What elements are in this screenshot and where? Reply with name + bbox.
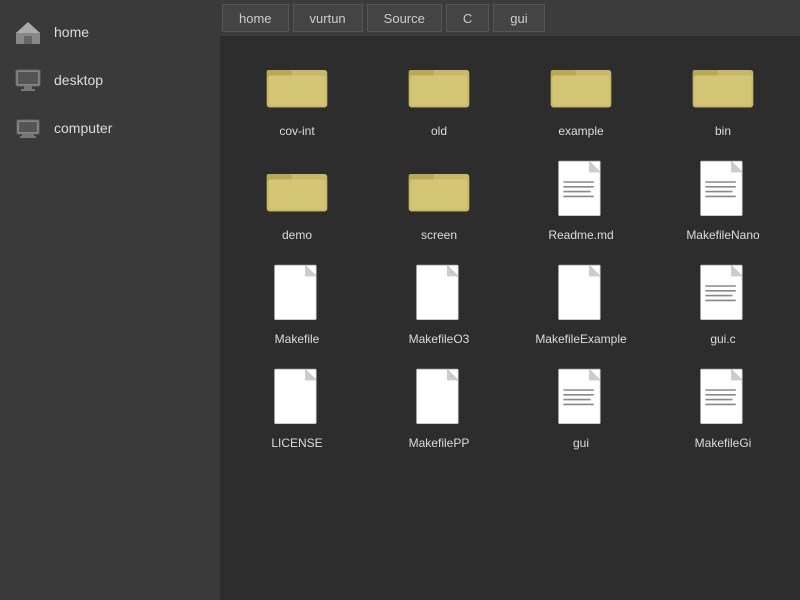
file-item-demo[interactable]: demo bbox=[228, 150, 366, 250]
file-grid: cov-int old example bin bbox=[228, 46, 792, 458]
breadcrumb-item-home[interactable]: home bbox=[222, 4, 289, 32]
file-label-makefilenano: MakefileNano bbox=[686, 228, 759, 242]
file-item-MakefileGi[interactable]: MakefileGi bbox=[654, 358, 792, 458]
file-item-makefileO3[interactable]: MakefileO3 bbox=[370, 254, 508, 354]
file-icon-readme-md bbox=[549, 158, 613, 222]
file-icon-makefilenano bbox=[691, 158, 755, 222]
file-icon-MakefilePP bbox=[407, 366, 471, 430]
file-label-cov-int: cov-int bbox=[279, 124, 314, 138]
sidebar-item-label-home: home bbox=[54, 24, 89, 40]
sidebar-item-home[interactable]: home bbox=[0, 8, 220, 56]
sidebar-item-label-desktop: desktop bbox=[54, 72, 103, 88]
file-item-unknown1[interactable]: gui bbox=[512, 358, 650, 458]
file-item-bin[interactable]: bin bbox=[654, 46, 792, 146]
file-label-example: example bbox=[558, 124, 603, 138]
file-item-license[interactable]: LICENSE bbox=[228, 358, 366, 458]
file-item-MakefilePP[interactable]: MakefilePP bbox=[370, 358, 508, 458]
breadcrumb-item-c[interactable]: C bbox=[446, 4, 489, 32]
sidebar-item-label-computer: computer bbox=[54, 120, 112, 136]
file-label-MakefilePP: MakefilePP bbox=[409, 436, 470, 450]
file-icon-license bbox=[265, 366, 329, 430]
file-icon-makefileO3 bbox=[407, 262, 471, 326]
file-label-unknown1: gui bbox=[573, 436, 589, 450]
file-area[interactable]: cov-int old example bin bbox=[220, 36, 800, 600]
file-item-cov-int[interactable]: cov-int bbox=[228, 46, 366, 146]
file-label-MakefileGi: MakefileGi bbox=[695, 436, 752, 450]
computer-icon bbox=[14, 114, 42, 142]
file-icon-cov-int bbox=[265, 54, 329, 118]
file-label-old: old bbox=[431, 124, 447, 138]
breadcrumb: homevurtunSourceCgui bbox=[220, 0, 800, 36]
file-label-license: LICENSE bbox=[271, 436, 322, 450]
file-item-readme-md[interactable]: Readme.md bbox=[512, 150, 650, 250]
main-area: homevurtunSourceCgui cov-int old e bbox=[220, 0, 800, 600]
breadcrumb-item-vurtun[interactable]: vurtun bbox=[293, 4, 363, 32]
file-label-makefile: Makefile bbox=[275, 332, 320, 346]
file-item-screen[interactable]: screen bbox=[370, 150, 508, 250]
file-icon-gui-c bbox=[691, 262, 755, 326]
breadcrumb-item-gui[interactable]: gui bbox=[493, 4, 544, 32]
file-item-makefileExample[interactable]: MakefileExample bbox=[512, 254, 650, 354]
file-label-demo: demo bbox=[282, 228, 312, 242]
file-icon-makefile bbox=[265, 262, 329, 326]
home-icon bbox=[14, 18, 42, 46]
file-item-example[interactable]: example bbox=[512, 46, 650, 146]
file-icon-demo bbox=[265, 158, 329, 222]
file-label-readme-md: Readme.md bbox=[548, 228, 613, 242]
file-icon-screen bbox=[407, 158, 471, 222]
file-label-screen: screen bbox=[421, 228, 457, 242]
file-icon-MakefileGi bbox=[691, 366, 755, 430]
file-icon-makefileExample bbox=[549, 262, 613, 326]
breadcrumb-item-source[interactable]: Source bbox=[367, 4, 442, 32]
file-item-old[interactable]: old bbox=[370, 46, 508, 146]
sidebar-item-desktop[interactable]: desktop bbox=[0, 56, 220, 104]
sidebar: home desktop computer bbox=[0, 0, 220, 600]
file-label-bin: bin bbox=[715, 124, 731, 138]
file-label-gui-c: gui.c bbox=[710, 332, 735, 346]
file-icon-old bbox=[407, 54, 471, 118]
desktop-icon bbox=[14, 66, 42, 94]
file-item-gui-c[interactable]: gui.c bbox=[654, 254, 792, 354]
file-item-makefile[interactable]: Makefile bbox=[228, 254, 366, 354]
sidebar-item-computer[interactable]: computer bbox=[0, 104, 220, 152]
file-label-makefileExample: MakefileExample bbox=[535, 332, 626, 346]
file-item-makefilenano[interactable]: MakefileNano bbox=[654, 150, 792, 250]
file-label-makefileO3: MakefileO3 bbox=[409, 332, 470, 346]
file-icon-example bbox=[549, 54, 613, 118]
file-icon-bin bbox=[691, 54, 755, 118]
file-icon-unknown1 bbox=[549, 366, 613, 430]
